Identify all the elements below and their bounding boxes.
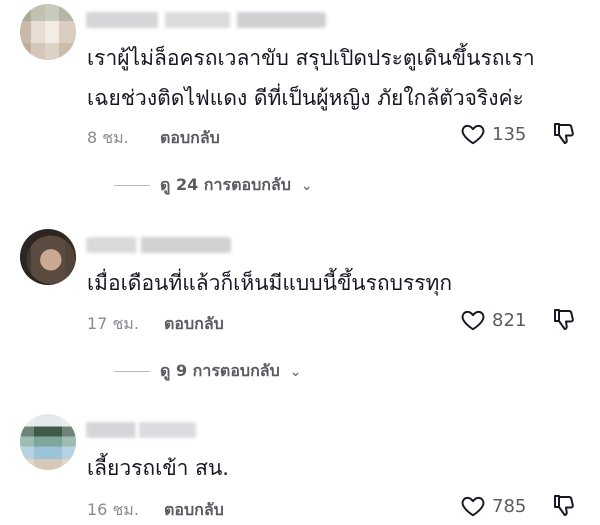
heart-outline-icon <box>461 496 485 517</box>
thumbs-down-outline-icon <box>554 309 574 330</box>
comment-text-line: เฉยช่วงติดไฟแดง ดีที่เป็นผู้หญิง ภัยใกล้… <box>87 86 524 110</box>
comment-item: เราผู้ไม่ล็อครถเวลาขับ สรุปเปิดประตูเดิน… <box>0 0 600 200</box>
dislike-button[interactable] <box>552 307 576 337</box>
like-count: 785 <box>492 495 527 517</box>
comment-text-line: เราผู้ไม่ล็อครถเวลาขับ สรุปเปิดประตูเดิน… <box>87 46 535 70</box>
avatar[interactable] <box>20 229 76 285</box>
thumbs-down-outline-icon <box>554 495 574 516</box>
username-blurred[interactable] <box>86 12 326 28</box>
view-replies-label: ดู 9 การตอบกลับ <box>160 361 280 380</box>
view-replies-button[interactable]: ดู 9 การตอบกลับ ⌄ <box>114 359 301 384</box>
comment-time: 17 ชม. <box>87 314 139 333</box>
divider <box>114 370 150 373</box>
dislike-button[interactable] <box>552 121 576 151</box>
comment-text: เราผู้ไม่ล็อครถเวลาขับ สรุปเปิดประตูเดิน… <box>87 38 535 118</box>
avatar[interactable] <box>20 4 76 60</box>
like-button[interactable]: 785 <box>460 493 526 519</box>
dislike-button[interactable] <box>552 493 576 523</box>
comment-time: 16 ชม. <box>87 500 139 519</box>
like-button[interactable]: 135 <box>460 121 526 147</box>
heart-outline-icon <box>461 124 485 145</box>
thumbs-down-outline-icon <box>554 123 574 144</box>
comment-item: เมื่อเดือนที่แล้วก็เห็นมีแบบนี้ขึ้นรถบรร… <box>0 225 600 395</box>
avatar[interactable] <box>20 414 76 470</box>
view-replies-label: ดู 24 การตอบกลับ <box>160 175 291 194</box>
comment-text: เลี้ยวรถเข้า สน. <box>87 448 229 488</box>
username-blurred[interactable] <box>86 422 196 438</box>
reply-button[interactable]: ตอบกลับ <box>164 498 224 523</box>
comment-text-line: เมื่อเดือนที่แล้วก็เห็นมีแบบนี้ขึ้นรถบรร… <box>87 271 453 295</box>
reply-button[interactable]: ตอบกลับ <box>160 126 220 151</box>
like-count: 821 <box>492 309 527 331</box>
reply-button[interactable]: ตอบกลับ <box>164 312 224 337</box>
heart-outline-icon <box>461 310 485 331</box>
chevron-down-icon: ⌄ <box>300 177 313 194</box>
comment-text-line: เลี้ยวรถเข้า สน. <box>87 456 229 480</box>
like-button[interactable]: 821 <box>460 307 526 333</box>
comment-item: เลี้ยวรถเข้า สน. 16 ชม. ตอบกลับ 785 <box>0 410 600 525</box>
comment-time: 8 ชม. <box>87 128 129 147</box>
view-replies-button[interactable]: ดู 24 การตอบกลับ ⌄ <box>114 173 313 198</box>
username-blurred[interactable] <box>86 237 231 253</box>
divider <box>114 184 150 187</box>
comment-text: เมื่อเดือนที่แล้วก็เห็นมีแบบนี้ขึ้นรถบรร… <box>87 263 452 303</box>
like-count: 135 <box>492 123 527 145</box>
chevron-down-icon: ⌄ <box>289 363 302 380</box>
